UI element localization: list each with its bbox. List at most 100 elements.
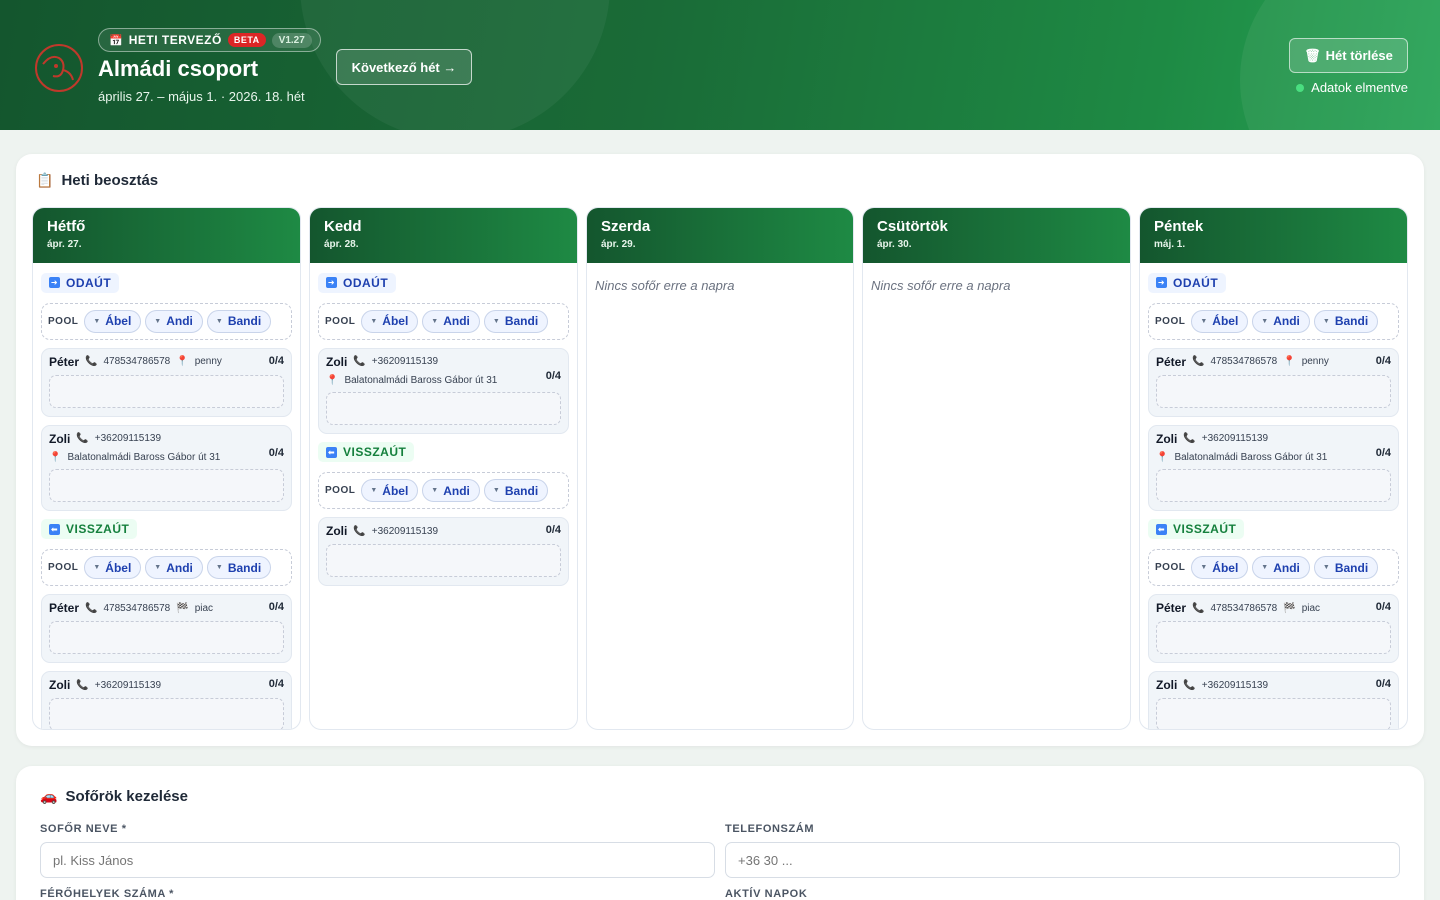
seats-label: FÉRŐHELYEK SZÁMA * [40, 888, 175, 900]
pool-dropzone[interactable]: POOL ▼ Ábel ▼ Andi ▼ Bandi [41, 549, 292, 586]
page-title: Almádi csoport [98, 56, 259, 81]
pool-chip[interactable]: ▼ Ábel [361, 309, 419, 333]
pool-chip[interactable]: ▼ Bandi [483, 309, 549, 333]
passenger-dropzone[interactable] [49, 698, 284, 729]
driver-name: Péter [1156, 601, 1187, 615]
pool-dropzone[interactable]: POOL ▼ Ábel ▼ Andi ▼ Bandi [1148, 549, 1399, 586]
app-header: 📅 HETI TERVEZŐ BETA V1.27 Almádi csoport… [0, 0, 1440, 130]
active-days-label: AKTÍV NAPOK [725, 888, 808, 900]
chip-label: Ábel [382, 314, 409, 328]
passenger-dropzone[interactable] [326, 391, 561, 425]
pool-chip[interactable]: ▼ Ábel [1191, 556, 1249, 579]
driver-name: Zoli [326, 354, 348, 369]
phone-icon: 📞 [353, 525, 366, 537]
driver-phone: +36209115139 [1201, 433, 1269, 444]
phone-input[interactable] [725, 842, 1400, 878]
week-range: április 27. – május 1. · 2026. 18. hét [98, 89, 305, 104]
pool-dropzone[interactable]: POOL ▼ Ábel ▼ Andi ▼ Bandi [41, 302, 292, 340]
chip-label: Ábel [1212, 314, 1239, 328]
pool-chip[interactable]: ▼ Bandi [1313, 556, 1379, 579]
caret-down-icon: ▼ [93, 317, 101, 325]
pool-chip[interactable]: ▼ Andi [145, 556, 203, 579]
caret-down-icon: ▼ [370, 487, 378, 494]
driver-name: Zoli [1156, 431, 1178, 446]
phone-icon: 📞 [1192, 602, 1205, 614]
driver-phone: 478534786578 [1210, 356, 1278, 367]
outbound-label: ODAÚT [343, 275, 389, 290]
pool-chip[interactable]: ▼ Ábel [84, 556, 142, 579]
pool-chip[interactable]: ▼ Ábel [84, 309, 142, 333]
next-week-button[interactable]: Következő hét → [336, 49, 472, 85]
pool-chip[interactable]: ▼ Bandi [483, 479, 549, 502]
clear-week-label: Hét törlése [1325, 48, 1393, 63]
passenger-dropzone[interactable] [49, 374, 284, 408]
caret-down-icon: ▼ [370, 317, 378, 325]
day-column-friday: Péntek máj. 1. ➜ ODAÚT POOL ▼ Ábel ▼ Andi ▼… [1139, 207, 1408, 730]
driver-place: penny [194, 356, 222, 367]
pool-chip[interactable]: ▼ Andi [422, 309, 480, 333]
pool-chip[interactable]: ▼ Bandi [206, 309, 272, 333]
caret-down-icon: ▼ [1322, 317, 1330, 325]
day-header: Hétfő ápr. 27. [33, 208, 300, 263]
clear-week-button[interactable]: 🗑 Hét törlése [1289, 38, 1408, 73]
driver-capacity: 0/4 [1375, 446, 1391, 459]
driver-phone: +36209115139 [94, 433, 162, 444]
pool-chip[interactable]: ▼ Andi [422, 479, 480, 502]
day-column-monday: Hétfő ápr. 27. ➜ ODAÚT POOL ▼ Ábel ▼ Andi ▼… [32, 207, 301, 730]
location-icon: 📍 [49, 451, 62, 463]
pool-chip[interactable]: ▼ Andi [145, 309, 203, 333]
outbound-section-tag: ➜ ODAÚT [41, 272, 120, 293]
phone-icon: 📞 [1192, 356, 1205, 367]
weekly-schedule-label: Heti beosztás [61, 172, 159, 189]
driver-capacity: 0/4 [268, 354, 284, 367]
return-label: VISSZAÚT [343, 445, 407, 459]
outbound-section-tag: ➜ ODAÚT [1148, 272, 1227, 293]
logo-icon [35, 44, 83, 92]
driver-place: piac [194, 602, 214, 614]
phone-icon: 📞 [85, 602, 98, 614]
chip-label: Ábel [1212, 560, 1239, 575]
pool-dropzone[interactable]: POOL ▼ Ábel ▼ Andi ▼ Bandi [1148, 302, 1399, 340]
pool-chip[interactable]: ▼ Ábel [361, 479, 419, 502]
chip-label: Andi [443, 483, 470, 498]
chip-label: Bandi [1334, 560, 1369, 575]
version-badge: V1.27 [271, 32, 312, 48]
pool-dropzone[interactable]: POOL ▼ Ábel ▼ Andi ▼ Bandi [318, 302, 569, 340]
driver-phone: +36209115139 [94, 679, 162, 691]
chip-label: Bandi [504, 483, 539, 498]
caret-down-icon: ▼ [154, 564, 162, 571]
passenger-dropzone[interactable] [1156, 374, 1391, 408]
chip-label: Bandi [1334, 314, 1369, 328]
pool-chip[interactable]: ▼ Andi [1252, 309, 1310, 333]
phone-icon: 📞 [76, 433, 89, 444]
driver-management-label: Sofőrök kezelése [65, 788, 188, 805]
return-label: VISSZAÚT [1173, 522, 1237, 536]
driver-capacity: 0/4 [1375, 354, 1391, 367]
passenger-dropzone[interactable] [1156, 698, 1391, 729]
outbound-section-tag: ➜ ODAÚT [318, 272, 397, 293]
passenger-dropzone[interactable] [49, 621, 284, 654]
pool-chip[interactable]: ▼ Bandi [1313, 309, 1379, 333]
driver-name: Péter [49, 601, 80, 615]
driver-card: Zoli 📞 +36209115139 0/4 [318, 517, 569, 586]
return-section-tag: ⬅ VISSZAÚT [41, 519, 138, 539]
return-section-tag: ⬅ VISSZAÚT [1148, 519, 1245, 539]
driver-phone: 478534786578 [1210, 602, 1278, 614]
day-name: Hétfő [47, 218, 86, 235]
driver-management-title: 🚗 Sofőrök kezelése [40, 788, 188, 805]
driver-name-label: SOFŐR NEVE * [40, 823, 127, 835]
arrow-left-icon: ⬅ [1156, 523, 1167, 535]
pool-chip[interactable]: ▼ Andi [1252, 556, 1310, 579]
passenger-dropzone[interactable] [1156, 621, 1391, 654]
driver-name-input[interactable] [40, 842, 715, 878]
passenger-dropzone[interactable] [49, 468, 284, 502]
pool-chip[interactable]: ▼ Bandi [206, 556, 272, 579]
passenger-dropzone[interactable] [326, 544, 561, 577]
passenger-dropzone[interactable] [1156, 468, 1391, 502]
driver-capacity: 0/4 [545, 524, 561, 536]
location-icon: 📍 [1283, 356, 1296, 367]
status-dot-icon [1296, 83, 1305, 92]
pool-chip[interactable]: ▼ Ábel [1191, 309, 1249, 333]
arrow-right-icon: ➜ [1156, 277, 1167, 288]
pool-dropzone[interactable]: POOL ▼ Ábel ▼ Andi ▼ Bandi [318, 472, 569, 509]
